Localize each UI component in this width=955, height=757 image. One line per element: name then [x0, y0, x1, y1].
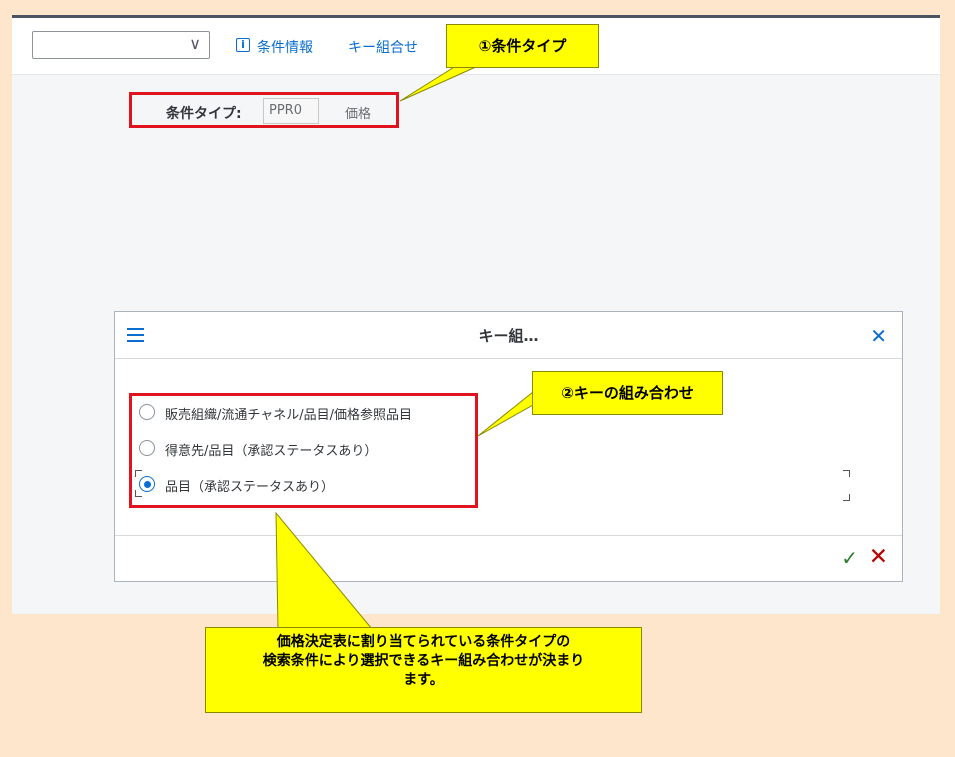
note-line-2: 検索条件により選択できるキー組み合わせが決まり: [262, 653, 585, 669]
callout-pointer-note: [275, 511, 374, 630]
callout-condition-type: ①条件タイプ: [446, 24, 599, 68]
callout-pointer-condition: [399, 65, 479, 102]
callout-key-combination: ②キーの組み合わせ: [532, 371, 723, 415]
note-line-1: 価格決定表に割り当てられている条件タイプの: [276, 634, 571, 650]
callout-note: 価格決定表に割り当てられている条件タイプの 検索条件により選択できるキー組み合わ…: [205, 627, 642, 713]
note-line-3: ます。: [403, 672, 444, 688]
